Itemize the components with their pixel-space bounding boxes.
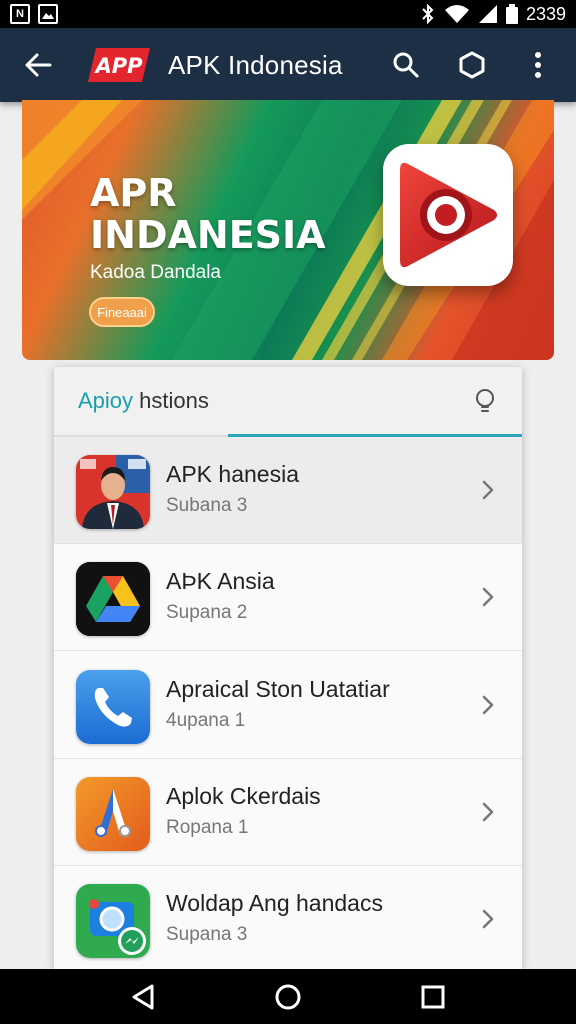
item-title: Aplok Ckerdais xyxy=(166,783,321,809)
item-title: APK hanesia xyxy=(166,461,299,487)
nav-recents-button[interactable] xyxy=(403,972,463,1022)
more-options-button[interactable] xyxy=(514,41,562,89)
drive-icon xyxy=(76,562,150,636)
list-item[interactable]: AÞK Ansia Supana 2 xyxy=(54,544,522,651)
list-item[interactable]: Apraical Ston Uatatiar 4upana 1 xyxy=(54,652,522,759)
triangle-back-icon xyxy=(132,984,154,1009)
nav-home-button[interactable] xyxy=(258,972,318,1022)
card-header-rest: hstions xyxy=(133,388,209,413)
square-recents-icon xyxy=(421,985,445,1008)
search-button[interactable] xyxy=(382,41,430,89)
chevron-right-icon xyxy=(476,475,500,505)
list-item[interactable]: Aplok Ckerdais Ropana 1 xyxy=(54,759,522,866)
banner-title-line1: APR xyxy=(90,171,177,215)
a-letter-icon xyxy=(76,777,150,851)
promo-banner[interactable]: APR INDANESIA Kadoa Dandala Fineaaai xyxy=(22,100,554,360)
hexagon-button[interactable] xyxy=(448,41,496,89)
app-list-card: Apioy hstions APK hanesia Subana 3 AÞK A… xyxy=(54,367,522,969)
item-title: Apraical Ston Uatatiar xyxy=(166,676,390,702)
app-bar: APP APK Indonesia xyxy=(0,28,576,102)
featured-app-icon[interactable] xyxy=(383,144,513,286)
banner-subtitle: Kadoa Dandala xyxy=(90,262,221,283)
bluetooth-icon xyxy=(420,4,436,24)
battery-icon xyxy=(505,4,518,24)
item-subtitle: Supana 3 xyxy=(166,924,248,945)
chevron-right-icon xyxy=(476,582,500,612)
back-button[interactable] xyxy=(8,28,68,102)
person-photo-icon xyxy=(76,455,150,529)
list-item[interactable]: APK hanesia Subana 3 xyxy=(54,437,522,544)
status-time: 2339 xyxy=(525,3,566,24)
chevron-right-icon xyxy=(476,904,500,934)
system-navigation-bar xyxy=(0,969,576,1024)
image-notification-icon xyxy=(38,4,58,24)
card-header-title: Apioy hstions xyxy=(78,388,209,414)
card-header-accent: Apioy xyxy=(78,388,134,413)
banner-title-line2: INDANESIA xyxy=(90,213,326,257)
item-title: AÞK Ansia xyxy=(166,568,275,594)
app-title: APK Indonesia xyxy=(168,49,343,80)
item-subtitle: Subana 3 xyxy=(166,495,248,516)
item-subtitle: Ropana 1 xyxy=(166,817,249,838)
signal-icon xyxy=(478,4,498,24)
circle-home-icon xyxy=(275,984,301,1009)
play-logo-icon xyxy=(400,162,497,268)
phone-icon xyxy=(76,670,150,744)
camera-messenger-icon xyxy=(76,884,150,958)
wifi-icon xyxy=(444,4,470,24)
hexagon-icon xyxy=(459,51,485,79)
n-notification-icon: N xyxy=(10,4,30,24)
list-item[interactable]: Woldap Ang handacs Supana 3 xyxy=(54,866,522,969)
banner-button[interactable]: Fineaaai xyxy=(89,297,155,327)
app-logo: APP xyxy=(86,48,152,82)
chevron-right-icon xyxy=(476,797,500,827)
more-vert-icon xyxy=(535,52,541,78)
search-icon xyxy=(393,52,419,78)
lightbulb-button[interactable] xyxy=(470,386,500,416)
back-arrow-icon xyxy=(25,53,52,77)
item-title: Woldap Ang handacs xyxy=(166,890,383,916)
status-bar: N 2339 xyxy=(0,0,576,28)
chevron-right-icon xyxy=(476,690,500,720)
lightbulb-icon xyxy=(476,389,494,412)
item-subtitle: Supana 2 xyxy=(166,602,248,623)
logo-text: APP xyxy=(93,54,143,78)
banner-title: APR INDANESIA xyxy=(90,172,326,256)
item-subtitle: 4upana 1 xyxy=(166,710,246,731)
card-header: Apioy hstions xyxy=(54,367,522,437)
nav-back-button[interactable] xyxy=(113,972,173,1022)
